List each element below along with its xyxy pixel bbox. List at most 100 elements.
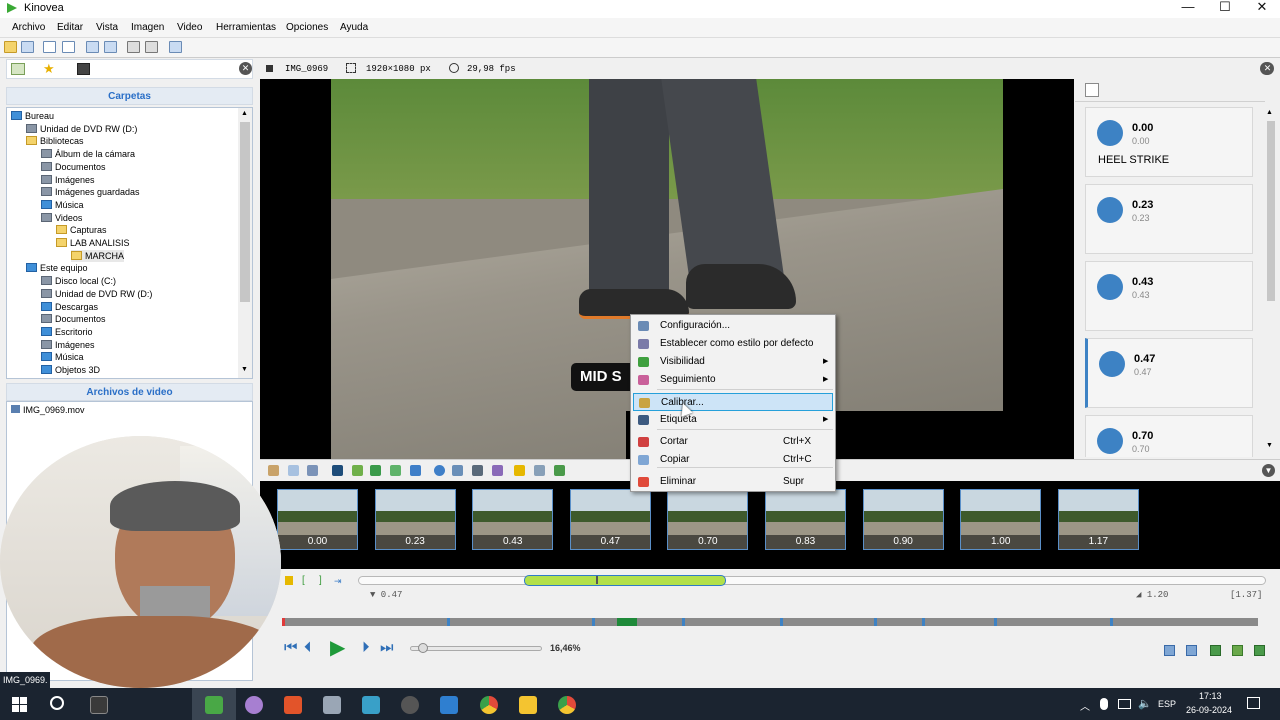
tree-item[interactable]: Imágenes <box>41 174 95 186</box>
keyframe-tab-icon[interactable] <box>1085 83 1099 97</box>
file-item[interactable]: IMG_0969.mov <box>11 404 85 416</box>
magnifier-icon[interactable] <box>534 465 545 476</box>
previous-frame-icon[interactable]: ⏴ <box>304 640 312 656</box>
playhead-marker[interactable] <box>617 618 637 626</box>
close-panel-icon[interactable]: ✕ <box>239 62 252 75</box>
export-icon[interactable] <box>127 41 140 53</box>
menu-vista[interactable]: Vista <box>96 22 118 33</box>
keyframe-tick[interactable] <box>682 618 685 626</box>
notifications-icon[interactable] <box>1247 697 1260 709</box>
label-tool-icon[interactable] <box>332 465 343 476</box>
set-end-icon[interactable]: ] <box>319 575 322 586</box>
thumbnail[interactable]: 0.23 <box>374 489 456 550</box>
tree-tab-icon[interactable] <box>11 63 25 75</box>
keyframe-tick[interactable] <box>592 618 595 626</box>
menu-item[interactable]: Establecer como estilo por defecto <box>633 335 833 353</box>
keyframe-scrollbar[interactable]: ▲ ▼ <box>1266 109 1276 454</box>
reset-trim-icon[interactable]: ⇥ <box>334 576 342 587</box>
tree-item[interactable]: Música <box>41 199 84 211</box>
menu-item[interactable]: Copiar Ctrl+C <box>633 451 833 469</box>
tree-item[interactable]: Descargas <box>41 301 98 313</box>
trim-selection[interactable] <box>524 575 726 586</box>
thumbnail[interactable]: 1.00 <box>960 489 1042 550</box>
thumbnail[interactable]: 0.47 <box>569 489 651 550</box>
dual-view-icon[interactable] <box>62 41 75 53</box>
app-circle-icon[interactable] <box>401 696 419 714</box>
keyframe-card[interactable]: 0.23 0.23 <box>1085 184 1253 254</box>
menu-opciones[interactable]: Opciones <box>286 22 328 33</box>
tree-item[interactable]: Escritorio <box>41 326 93 338</box>
add-keyframe-icon[interactable] <box>288 465 299 476</box>
menu-herramientas[interactable]: Herramientas <box>216 22 276 33</box>
brave-icon[interactable] <box>284 696 302 714</box>
keyframe-tick[interactable] <box>780 618 783 626</box>
input-language[interactable]: ESP <box>1158 699 1176 709</box>
goniometer-icon[interactable] <box>472 465 483 476</box>
settings-icon[interactable] <box>145 41 158 53</box>
tree-item[interactable]: Unidad de DVD RW (D:) <box>41 288 152 300</box>
line-tool-icon[interactable] <box>390 465 401 476</box>
lock-icon[interactable] <box>285 576 293 585</box>
menu-item[interactable]: Configuración... <box>633 317 833 335</box>
tree-item[interactable]: Música <box>41 351 84 363</box>
cross-tool-icon[interactable] <box>434 465 445 476</box>
highlighter-icon[interactable] <box>514 465 525 476</box>
tray-chevron-icon[interactable]: ︿ <box>1080 698 1090 713</box>
keyframe-tick[interactable] <box>1110 618 1113 626</box>
tree-item[interactable]: Disco local (C:) <box>41 275 116 287</box>
comments-icon[interactable] <box>307 465 318 476</box>
tree-item[interactable]: Documentos <box>41 161 106 173</box>
favorites-star-icon[interactable]: ★ <box>43 62 55 76</box>
tree-scrollbar[interactable]: ▲ ▼ <box>238 108 252 378</box>
close-keyframes-icon[interactable]: ✕ <box>1261 62 1274 75</box>
export-image-icon[interactable] <box>1186 645 1197 656</box>
frame-tracker-bar[interactable] <box>282 618 1258 626</box>
tree-item[interactable]: Álbum de la cámara <box>41 148 135 160</box>
kf-scroll-thumb[interactable] <box>1267 121 1275 301</box>
pencil-tool-icon[interactable] <box>352 465 363 476</box>
menu-archivo[interactable]: Archivo <box>12 22 45 33</box>
tree-item[interactable]: Imágenes <box>41 339 95 351</box>
grid-tool-icon[interactable] <box>554 465 565 476</box>
speed-slider[interactable] <box>410 646 542 651</box>
tree-item[interactable]: LAB ANALISIS <box>56 237 130 249</box>
app-purple-icon[interactable] <box>245 696 263 714</box>
scroll-thumb[interactable] <box>240 122 250 302</box>
menu-video[interactable]: Video <box>177 22 202 33</box>
keyframe-title[interactable]: HEEL STRIKE <box>1098 154 1169 166</box>
menu-item[interactable]: Calibrar... <box>633 393 833 411</box>
clock-date[interactable]: 26-09-2024 <box>1186 705 1232 715</box>
single-view-icon[interactable] <box>43 41 56 53</box>
tree-item[interactable]: Bureau <box>11 110 54 122</box>
menu-item[interactable]: Seguimiento ▶ <box>633 371 833 389</box>
thumbnail[interactable]: 0.70 <box>667 489 749 550</box>
set-start-icon[interactable]: [ <box>302 575 305 586</box>
task-view-icon[interactable] <box>90 696 108 714</box>
windows-start-icon[interactable] <box>12 697 27 712</box>
kf-scroll-up-icon[interactable]: ▲ <box>1266 109 1273 116</box>
trim-cursor[interactable] <box>596 576 598 584</box>
search-icon[interactable] <box>50 696 64 710</box>
polyline-tool-icon[interactable] <box>492 465 503 476</box>
keyframe-tick[interactable] <box>922 618 925 626</box>
expand-toolbar-icon[interactable]: ▼ <box>1262 464 1275 477</box>
menu-editar[interactable]: Editar <box>57 22 83 33</box>
network-status-icon[interactable] <box>1118 699 1131 709</box>
save-icon[interactable] <box>21 41 34 53</box>
thumbnail[interactable]: 0.00 <box>277 489 358 550</box>
tree-item[interactable]: MARCHA <box>71 249 125 262</box>
menu-item[interactable]: Visibilidad ▶ <box>633 353 833 371</box>
export-video-icon[interactable] <box>1164 645 1175 656</box>
keyframe-tick[interactable] <box>447 618 450 626</box>
open-folder-icon[interactable] <box>4 41 17 53</box>
pose-tool-icon[interactable] <box>370 465 381 476</box>
keyframe-card[interactable]: 0.43 0.43 <box>1085 261 1253 331</box>
tree-item[interactable]: Unidad de DVD RW (D:) <box>26 123 137 135</box>
angle-tool-icon[interactable] <box>452 465 463 476</box>
keyframe-tick[interactable] <box>994 618 997 626</box>
arrow-tool-icon[interactable] <box>410 465 421 476</box>
menu-item[interactable]: Etiqueta ▶ <box>633 411 833 429</box>
file-explorer-icon[interactable] <box>519 696 537 714</box>
trim-track[interactable] <box>358 576 1266 585</box>
clock-time[interactable]: 17:13 <box>1199 691 1222 701</box>
